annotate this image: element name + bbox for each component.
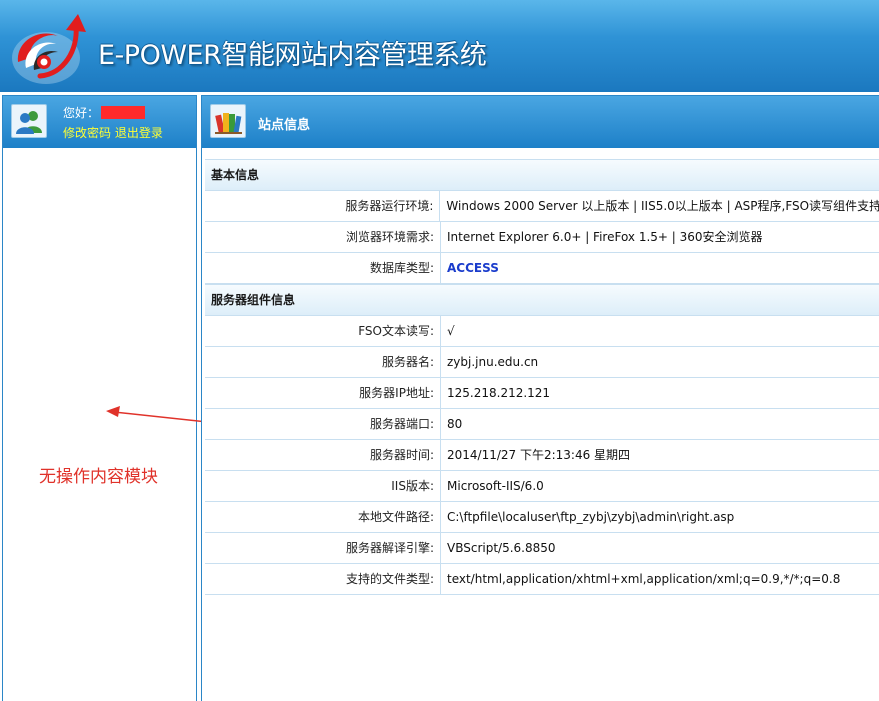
main-panel: 站点信息 基本信息 服务器运行环境: Windows 2000 Server 以… xyxy=(201,95,879,701)
change-password-link[interactable]: 修改密码 xyxy=(63,126,111,140)
table-row: 服务器端口: 80 xyxy=(205,409,879,440)
row-value: VBScript/5.6.8850 xyxy=(447,541,556,555)
page-title: 站点信息 xyxy=(258,118,311,133)
logout-link[interactable]: 退出登录 xyxy=(115,126,163,140)
row-label: 服务器解译引擎: xyxy=(205,533,441,563)
annotation-text: 无操作内容模块 xyxy=(39,467,158,487)
database-type-value: ACCESS xyxy=(447,261,499,275)
row-label: 服务器运行环境: xyxy=(205,191,441,221)
row-label: 支持的文件类型: xyxy=(205,564,441,594)
section-heading-basic: 基本信息 xyxy=(205,159,879,191)
table-row: 支持的文件类型: text/html,application/xhtml+xml… xyxy=(205,564,879,595)
table-row: 服务器解译引擎: VBScript/5.6.8850 xyxy=(205,533,879,564)
table-row: 服务器IP地址: 125.218.212.121 xyxy=(205,378,879,409)
greeting: 您好： xyxy=(63,104,146,121)
row-label: 服务器端口: xyxy=(205,409,441,439)
table-row: 服务器名: zybj.jnu.edu.cn xyxy=(205,347,879,378)
row-label: 服务器名: xyxy=(205,347,441,377)
row-value: C:\ftpfile\localuser\ftp_zybj\zybj\admin… xyxy=(447,510,735,524)
row-label: 浏览器环境需求: xyxy=(205,222,441,252)
table-row: 本地文件路径: C:\ftpfile\localuser\ftp_zybj\zy… xyxy=(205,502,879,533)
sidebar: 您好： 修改密码 退出登录 无操作内容模块 xyxy=(2,95,197,701)
row-label: 本地文件路径: xyxy=(205,502,441,532)
app-title: E-POWER智能网站内容管理系统 xyxy=(98,40,487,71)
table-row: IIS版本: Microsoft-IIS/6.0 xyxy=(205,471,879,502)
user-bar: 您好： 修改密码 退出登录 xyxy=(3,96,196,148)
row-value: Microsoft-IIS/6.0 xyxy=(447,479,544,493)
user-avatar-icon xyxy=(11,104,47,138)
table-row: 数据库类型: ACCESS xyxy=(205,253,879,284)
main-title-bar: 站点信息 xyxy=(202,96,879,148)
row-label: FSO文本读写: xyxy=(205,316,441,346)
row-value: text/html,application/xhtml+xml,applicat… xyxy=(447,572,841,586)
row-label: IIS版本: xyxy=(205,471,441,501)
section-heading-components: 服务器组件信息 xyxy=(205,284,879,316)
row-value: 80 xyxy=(447,417,463,431)
row-value: 125.218.212.121 xyxy=(447,386,551,400)
row-label: 服务器时间: xyxy=(205,440,441,470)
row-value: zybj.jnu.edu.cn xyxy=(447,355,539,369)
redacted-username xyxy=(101,106,146,119)
row-value: √ xyxy=(447,324,455,338)
greeting-label: 您好： xyxy=(63,106,100,120)
row-label: 服务器IP地址: xyxy=(205,378,441,408)
account-links: 修改密码 退出登录 xyxy=(63,124,163,141)
site-info-table: 基本信息 服务器运行环境: Windows 2000 Server 以上版本 |… xyxy=(205,159,879,595)
row-value: Internet Explorer 6.0+ | FireFox 1.5+ | … xyxy=(447,230,763,244)
swirl-arrow-logo xyxy=(12,14,86,84)
row-value: 2014/11/27 下午2:13:46 星期四 xyxy=(447,448,631,462)
row-value: Windows 2000 Server 以上版本 | IIS5.0以上版本 | … xyxy=(446,199,879,213)
app-header: E-POWER智能网站内容管理系统 xyxy=(0,0,879,92)
row-label: 数据库类型: xyxy=(205,253,441,283)
table-row: 浏览器环境需求: Internet Explorer 6.0+ | FireFo… xyxy=(205,222,879,253)
table-row: 服务器运行环境: Windows 2000 Server 以上版本 | IIS5… xyxy=(205,191,879,222)
table-row: FSO文本读写: √ xyxy=(205,316,879,347)
books-icon xyxy=(210,104,246,138)
table-row: 服务器时间: 2014/11/27 下午2:13:46 星期四 xyxy=(205,440,879,471)
